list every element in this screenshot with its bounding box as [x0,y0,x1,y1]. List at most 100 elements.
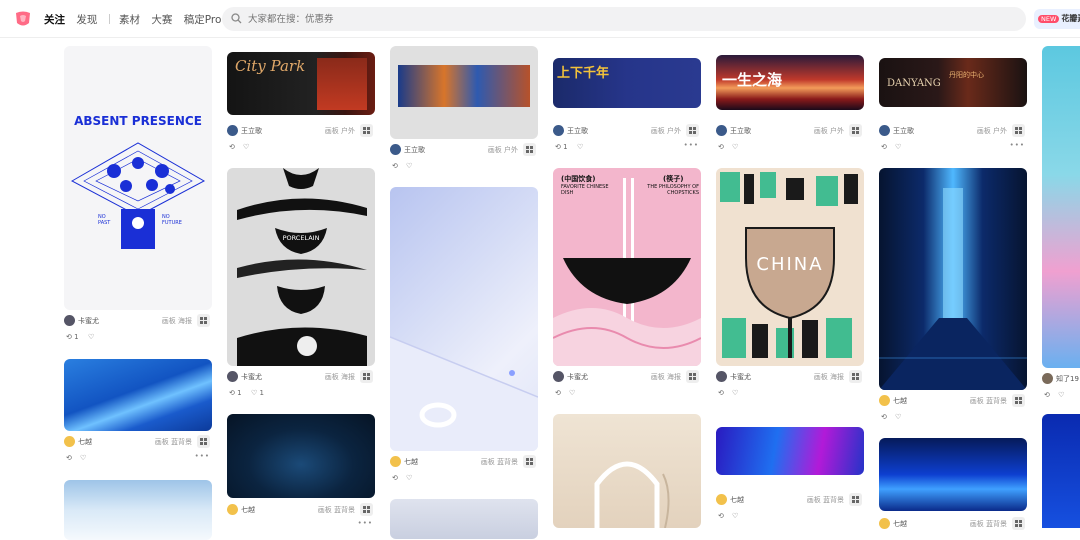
board-icon[interactable] [849,493,862,506]
like-icon[interactable]: ♡ [732,389,738,397]
author-name[interactable]: 七越 [893,396,907,406]
nav-materials[interactable]: 素材 [119,14,140,26]
board-tags[interactable]: 画板 蓝背景 [970,396,1007,406]
avatar[interactable] [227,371,238,382]
board-tags[interactable]: 画板 户外 [325,126,355,136]
avatar[interactable] [553,125,564,136]
avatar[interactable] [716,125,727,136]
like-icon[interactable]: ♡ [406,162,412,170]
author-name[interactable]: 七越 [241,505,255,515]
pin-image-gray[interactable] [390,499,538,539]
pin-image-porcelain[interactable]: PORCELAIN [227,168,375,366]
board-icon[interactable] [360,503,373,516]
pin-image-blue-partial[interactable] [1042,414,1080,528]
repin-icon[interactable]: ⟲ 1 [555,143,568,151]
repin-icon[interactable]: ⟲ [718,389,724,397]
pin-image-chopsticks[interactable]: (中国饮食) FAVORITE CHINESE DISH (筷子) THE PH… [553,168,701,366]
repin-icon[interactable]: ⟲ 1 [66,333,79,341]
like-icon[interactable]: ♡ [243,143,249,151]
like-icon[interactable]: ♡ [80,454,86,462]
pin-image-particles[interactable] [227,414,375,498]
nav-discover[interactable]: 发现 [76,14,97,26]
nav-pro[interactable]: 稿定Pro [184,14,222,26]
avatar[interactable] [716,371,727,382]
more-icon[interactable]: ••• [684,141,699,149]
avatar[interactable] [390,144,401,155]
author-name[interactable]: 王立歌 [730,126,751,136]
huaban-logo-icon[interactable] [14,10,32,28]
repin-icon[interactable]: ⟲ [881,143,887,151]
like-icon[interactable]: ♡ [895,413,901,421]
pin-image-banner-calligraphy[interactable]: 上下千年 [553,58,701,108]
board-icon[interactable] [686,370,699,383]
author-name[interactable]: 七越 [404,457,418,467]
like-icon[interactable]: ♡ 1 [251,389,264,397]
pin-image-arch[interactable] [553,414,701,528]
board-icon[interactable] [523,455,536,468]
nav-contests[interactable]: 大赛 [151,14,172,26]
pin-image-absent-presence[interactable]: ABSENT PRESENCE NO PAST NO FUTURE [64,46,212,310]
avatar[interactable] [390,456,401,467]
repin-icon[interactable]: ⟲ [1044,391,1050,399]
board-tags[interactable]: 画板 蓝背景 [155,437,192,447]
like-icon[interactable]: ♡ [732,512,738,520]
pin-image-china-fan[interactable]: CHINA [716,168,864,366]
avatar[interactable] [716,494,727,505]
board-icon[interactable] [849,124,862,137]
board-tags[interactable]: 画板 海报 [814,372,844,382]
repin-icon[interactable]: ⟲ [718,143,724,151]
avatar[interactable] [227,504,238,515]
board-icon[interactable] [1012,394,1025,407]
pin-image-danyang[interactable]: DANYANG 丹阳的中心 [879,58,1027,107]
like-icon[interactable]: ♡ [577,143,583,151]
author-name[interactable]: 七越 [78,437,92,447]
board-icon[interactable] [1012,517,1025,530]
board-icon[interactable] [686,124,699,137]
pin-image-banner-landscape[interactable] [390,46,538,139]
more-icon[interactable]: ••• [195,452,210,460]
like-icon[interactable]: ♡ [406,474,412,482]
like-icon[interactable]: ♡ [895,143,901,151]
pin-image-blue-wave[interactable] [64,359,212,431]
repin-icon[interactable]: ⟲ [881,413,887,421]
pin-image-pastel-3d[interactable] [390,187,538,451]
board-tags[interactable]: 画板 户外 [651,126,681,136]
pin-image-sky[interactable] [64,480,212,540]
board-tags[interactable]: 画板 蓝背景 [318,505,355,515]
pin-image-blue-light-tunnel[interactable] [879,168,1027,390]
more-icon[interactable]: ••• [358,519,373,527]
repin-icon[interactable]: ⟲ [555,389,561,397]
board-tags[interactable]: 画板 海报 [162,316,192,326]
pin-image-city-illustration[interactable] [1042,46,1080,368]
avatar[interactable] [879,518,890,529]
board-tags[interactable]: 画板 户外 [977,126,1007,136]
board-tags[interactable]: 画板 户外 [488,145,518,155]
like-icon[interactable]: ♡ [569,389,575,397]
search-box[interactable] [222,7,1026,31]
board-tags[interactable]: 画板 蓝背景 [481,457,518,467]
board-tags[interactable]: 画板 海报 [651,372,681,382]
like-icon[interactable]: ♡ [88,333,94,341]
avatar[interactable] [879,395,890,406]
board-icon[interactable] [197,435,210,448]
pin-image-city-park[interactable]: City Park [227,52,375,115]
board-icon[interactable] [849,370,862,383]
author-name[interactable]: 卡蜜尤 [78,316,99,326]
board-tags[interactable]: 画板 户外 [814,126,844,136]
avatar[interactable] [227,125,238,136]
author-name[interactable]: 七越 [730,495,744,505]
avatar[interactable] [879,125,890,136]
board-tags[interactable]: 画板 蓝背景 [807,495,844,505]
repin-icon[interactable]: ⟲ [392,474,398,482]
author-name[interactable]: 王立歌 [893,126,914,136]
author-name[interactable]: 王立歌 [567,126,588,136]
like-icon[interactable]: ♡ [732,143,738,151]
board-icon[interactable] [197,314,210,327]
board-icon[interactable] [360,124,373,137]
pin-image-sea-sunset[interactable]: 一生之海 [716,55,864,110]
board-icon[interactable] [523,143,536,156]
author-name[interactable]: 卡蜜尤 [730,372,751,382]
search-input[interactable] [248,10,1008,28]
avatar[interactable] [64,436,75,447]
avatar[interactable] [1042,373,1053,384]
